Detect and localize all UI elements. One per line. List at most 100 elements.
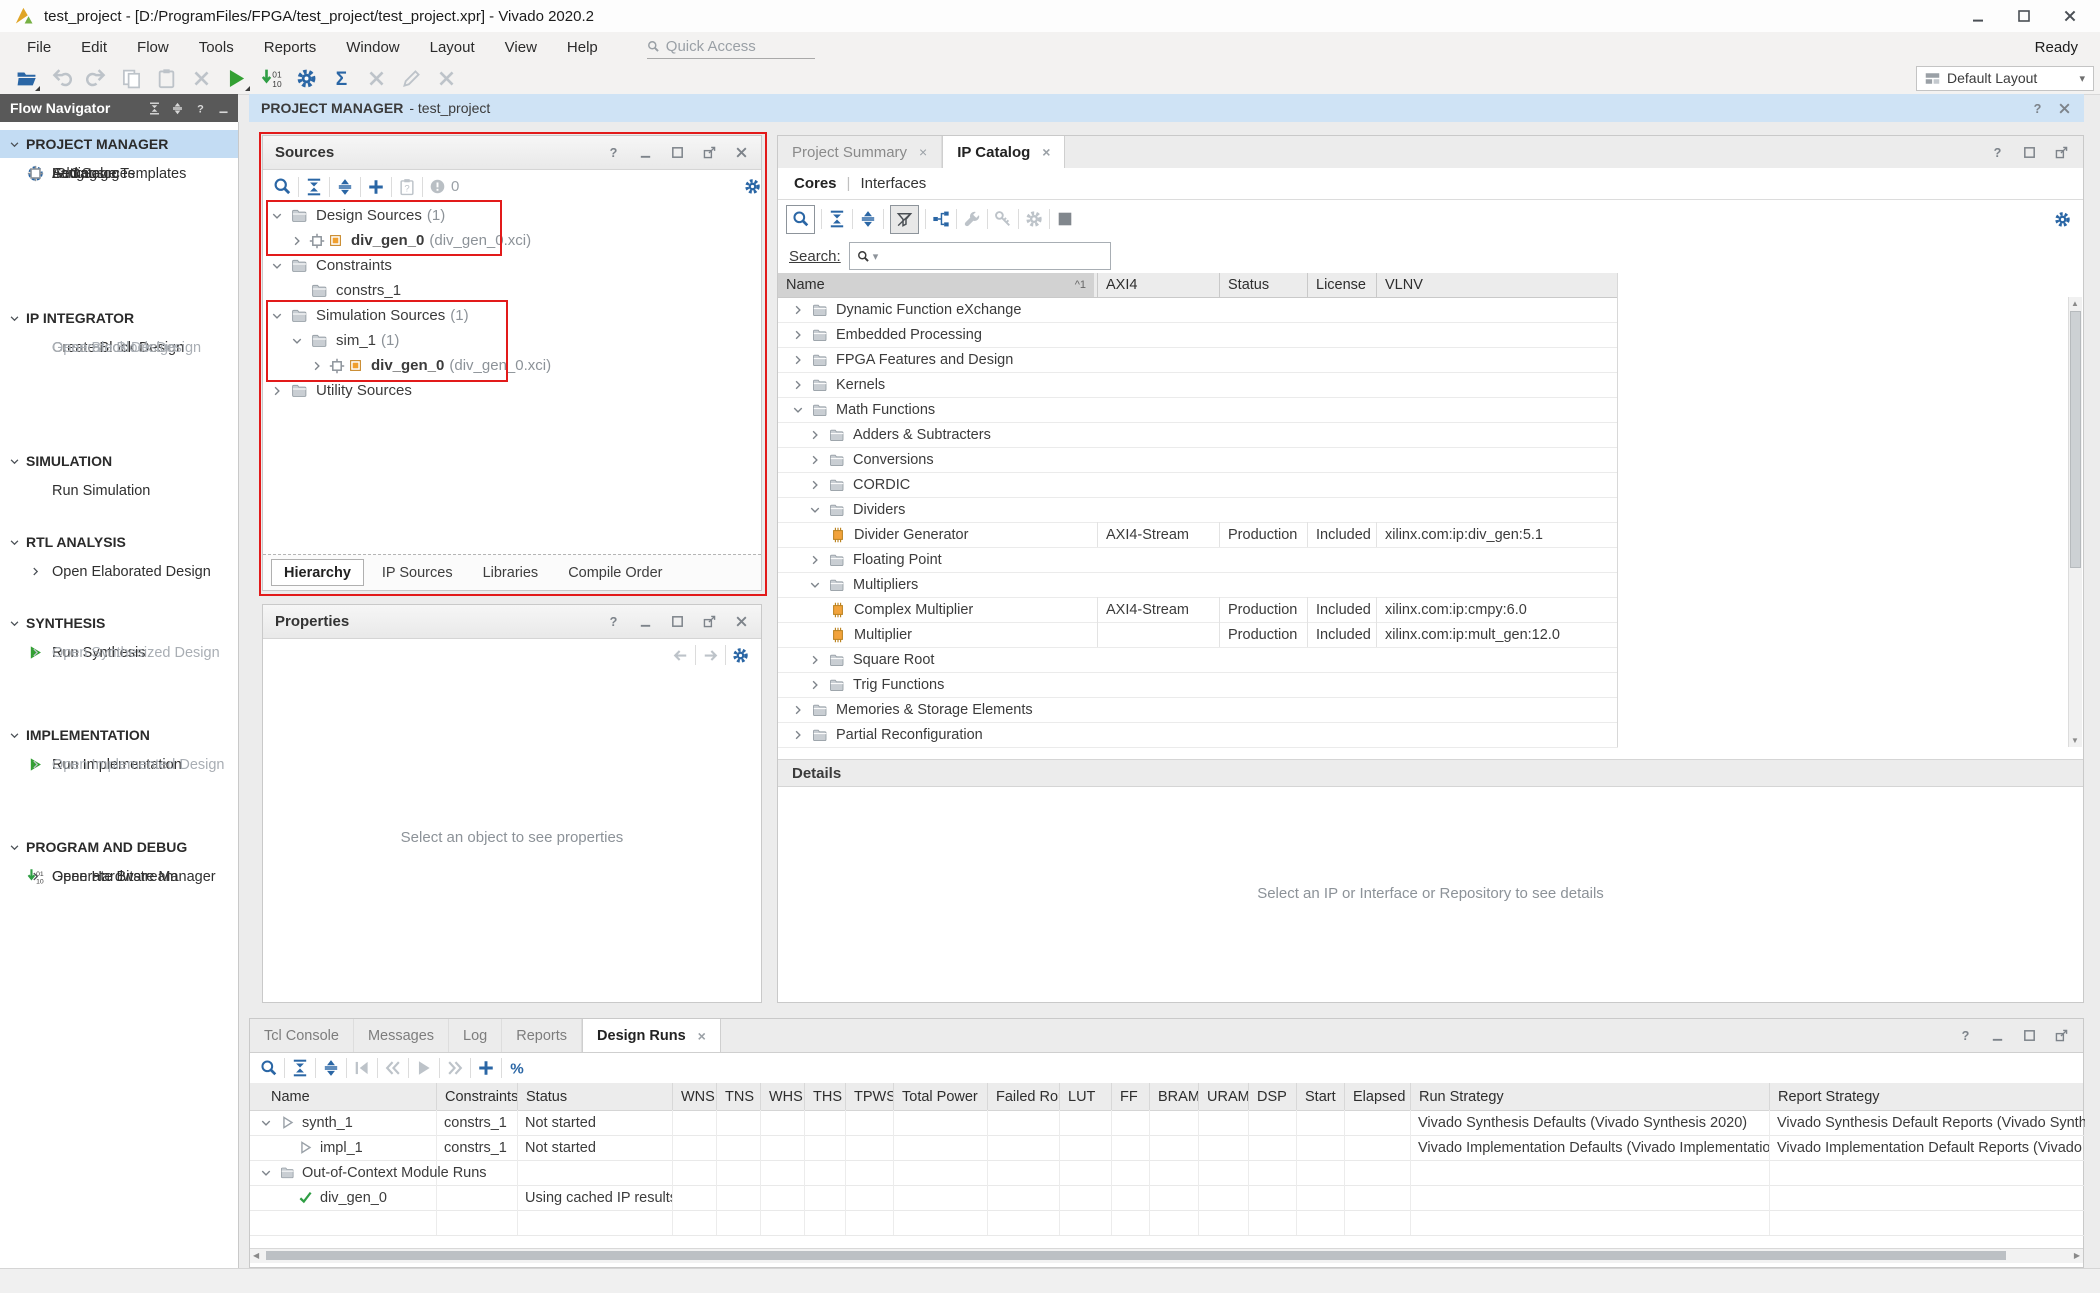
menu-layout[interactable]: Layout: [415, 39, 490, 56]
collapse-all-icon[interactable]: [148, 102, 161, 115]
runs-column-report-strategy[interactable]: Report Strategy: [1769, 1083, 2085, 1110]
column-header-vlnv[interactable]: VLNV: [1376, 273, 1618, 297]
chevron-down-icon[interactable]: [271, 260, 283, 272]
column-header-status[interactable]: Status: [1219, 273, 1307, 297]
runs-column-status[interactable]: Status: [517, 1083, 672, 1110]
source-tree-row[interactable]: Utility Sources: [263, 378, 761, 403]
window-maximize-button[interactable]: [2016, 8, 2032, 24]
layout-selector[interactable]: Default Layout ▾: [1916, 66, 2094, 91]
settings-gear-button[interactable]: [732, 647, 749, 664]
sidebar-item-open-hardware-manager[interactable]: Open Hardware Manager: [0, 861, 238, 892]
chevron-right-icon[interactable]: [809, 454, 821, 466]
catalog-row[interactable]: Math Functions: [778, 397, 1618, 423]
runs-column-constraints[interactable]: Constraints: [436, 1083, 517, 1110]
license-button[interactable]: [994, 210, 1012, 228]
chevron-right-icon[interactable]: [30, 871, 41, 882]
catalog-row[interactable]: Partial Reconfiguration: [778, 722, 1618, 748]
close-icon[interactable]: [2057, 101, 2072, 116]
create-run-button[interactable]: [477, 1059, 495, 1077]
unavailable-1-button[interactable]: [364, 66, 388, 90]
float-icon[interactable]: [702, 614, 717, 629]
tab-design-runs[interactable]: Design Runs×: [582, 1019, 721, 1052]
scratchpad-button[interactable]: ?: [398, 178, 416, 196]
window-close-button[interactable]: [2062, 8, 2078, 24]
scroll-thumb[interactable]: [266, 1251, 2006, 1260]
runs-column-elapsed[interactable]: Elapsed: [1344, 1083, 1410, 1110]
sidebar-section-ip-integrator[interactable]: IP INTEGRATOR: [0, 304, 238, 332]
tab-tcl-console[interactable]: Tcl Console: [250, 1019, 354, 1052]
chevron-right-icon[interactable]: [30, 647, 41, 658]
go-to-start-button[interactable]: [353, 1059, 371, 1077]
runs-column-total-power[interactable]: Total Power: [893, 1083, 987, 1110]
generate-bitstream-button[interactable]: 0110: [259, 66, 283, 90]
help-icon[interactable]: ?: [1990, 145, 2005, 160]
menu-flow[interactable]: Flow: [122, 39, 184, 56]
runs-column-uram[interactable]: URAM: [1198, 1083, 1248, 1110]
search-button[interactable]: [273, 177, 292, 196]
undo-button[interactable]: [49, 66, 73, 90]
scroll-right-icon[interactable]: ▶: [2074, 1251, 2080, 1260]
chevron-down-icon[interactable]: [260, 1117, 272, 1129]
hide-incompatible-button[interactable]: [890, 205, 919, 234]
quick-access-input[interactable]: Quick Access: [647, 36, 815, 59]
chevron-right-icon[interactable]: [291, 235, 303, 247]
float-icon[interactable]: [702, 145, 717, 160]
forward-button[interactable]: [702, 647, 719, 664]
sidebar-section-project-manager[interactable]: PROJECT MANAGER: [0, 130, 238, 158]
runs-row[interactable]: impl_1constrs_1Not startedVivado Impleme…: [250, 1135, 2085, 1161]
sidebar-section-synthesis[interactable]: SYNTHESIS: [0, 609, 238, 637]
runs-column-ff[interactable]: FF: [1111, 1083, 1149, 1110]
menu-edit[interactable]: Edit: [66, 39, 122, 56]
settings-gear-button[interactable]: [2054, 211, 2071, 228]
customize-ip-button[interactable]: [963, 210, 981, 228]
catalog-row[interactable]: Memories & Storage Elements: [778, 697, 1618, 723]
search-button[interactable]: [260, 1059, 278, 1077]
runs-column-start[interactable]: Start: [1296, 1083, 1344, 1110]
runs-row[interactable]: synth_1constrs_1Not startedVivado Synthe…: [250, 1110, 2085, 1136]
paste-button[interactable]: [154, 66, 178, 90]
source-tree-row[interactable]: div_gen_0(div_gen_0.xci): [263, 353, 761, 378]
close-icon[interactable]: ×: [1042, 144, 1050, 160]
runs-column-lut[interactable]: LUT: [1059, 1083, 1111, 1110]
catalog-row[interactable]: Embedded Processing: [778, 322, 1618, 348]
sidebar-item-open-synthesized-design[interactable]: Open Synthesized Design: [0, 637, 238, 668]
vertical-scrollbar[interactable]: ▲ ▼: [2068, 297, 2082, 747]
chevron-right-icon[interactable]: [792, 354, 804, 366]
step-back-button[interactable]: [384, 1059, 402, 1077]
chevron-right-icon[interactable]: [809, 479, 821, 491]
resume-button[interactable]: [415, 1059, 433, 1077]
open-project-button[interactable]: [14, 66, 38, 90]
catalog-row[interactable]: Kernels: [778, 372, 1618, 398]
chevron-right-icon[interactable]: [809, 654, 821, 666]
expand-all-button[interactable]: [336, 178, 354, 196]
chevron-right-icon[interactable]: [809, 429, 821, 441]
chevron-right-icon[interactable]: [809, 554, 821, 566]
scroll-down-icon[interactable]: ▼: [2071, 736, 2079, 745]
catalog-row[interactable]: MultiplierProductionIncludedxilinx.com:i…: [778, 622, 1618, 648]
column-header-name[interactable]: Name^1: [778, 273, 1094, 297]
settings-gear-button[interactable]: [744, 178, 761, 195]
sidebar-section-implementation[interactable]: IMPLEMENTATION: [0, 721, 238, 749]
scroll-left-icon[interactable]: ◀: [253, 1251, 259, 1260]
help-icon[interactable]: ?: [606, 145, 621, 160]
chevron-right-icon[interactable]: [792, 329, 804, 341]
close-icon[interactable]: ×: [698, 1028, 706, 1044]
collapse-all-button[interactable]: [305, 178, 323, 196]
help-icon[interactable]: ?: [2030, 101, 2045, 116]
menu-reports[interactable]: Reports: [249, 39, 332, 56]
maximize-icon[interactable]: [670, 145, 685, 160]
chevron-down-icon[interactable]: [291, 335, 303, 347]
search-button[interactable]: [786, 205, 815, 234]
chevron-right-icon[interactable]: [30, 759, 41, 770]
subtab-interfaces[interactable]: Interfaces: [860, 175, 926, 192]
maximize-icon[interactable]: [2022, 145, 2037, 160]
tab-reports[interactable]: Reports: [502, 1019, 582, 1052]
sidebar-item-ip-catalog[interactable]: IP Catalog: [0, 158, 238, 189]
help-icon[interactable]: ?: [1958, 1028, 1973, 1043]
tab-log[interactable]: Log: [449, 1019, 502, 1052]
catalog-row[interactable]: Dividers: [778, 497, 1618, 523]
report-button[interactable]: Σ: [329, 66, 353, 90]
catalog-row[interactable]: Floating Point: [778, 547, 1618, 573]
close-icon[interactable]: [734, 614, 749, 629]
expand-all-button[interactable]: [322, 1059, 340, 1077]
